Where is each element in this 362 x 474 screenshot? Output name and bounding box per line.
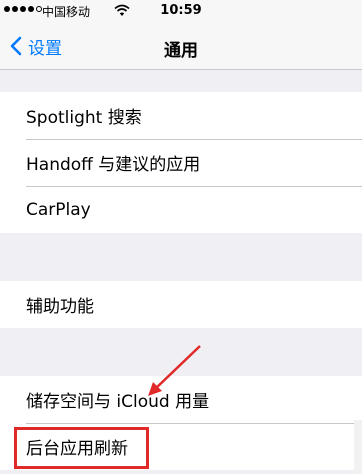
status-bar: 中国移动 10:59 — [0, 0, 362, 22]
settings-list: Spotlight 搜索 Handoff 与建议的应用 CarPlay 辅助功能… — [0, 70, 362, 470]
annotation-arrow-icon — [148, 345, 201, 396]
row-spotlight-search[interactable]: Spotlight 搜索 — [0, 92, 362, 139]
settings-group-accessibility: 辅助功能 — [0, 281, 362, 328]
watermark — [354, 420, 362, 474]
settings-group-search: Spotlight 搜索 Handoff 与建议的应用 CarPlay — [0, 92, 362, 233]
row-accessibility[interactable]: 辅助功能 — [0, 281, 362, 328]
section-spacer — [0, 233, 362, 281]
highlight-box — [14, 427, 149, 469]
status-time: 10:59 — [160, 3, 202, 18]
row-carplay[interactable]: CarPlay — [0, 186, 362, 233]
page-title: 通用 — [164, 41, 198, 61]
navigation-bar: 设置 通用 — [0, 22, 362, 70]
row-handoff[interactable]: Handoff 与建议的应用 — [0, 139, 362, 186]
